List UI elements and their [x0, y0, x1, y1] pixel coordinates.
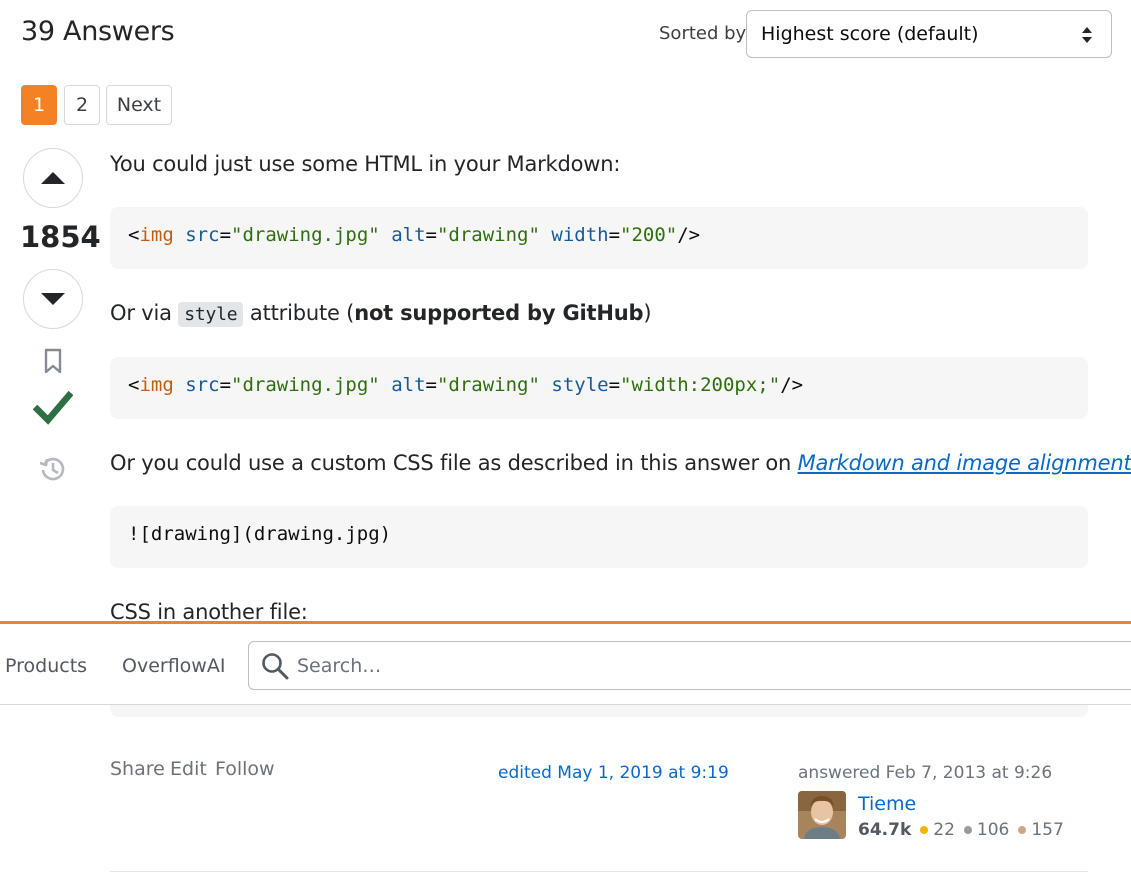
upvote-button[interactable]: [23, 148, 83, 208]
silver-badge-icon: [963, 826, 972, 834]
answer-paragraph-1: You could just use some HTML in your Mar…: [110, 152, 621, 176]
text-segment: attribute (: [243, 301, 355, 325]
code-token-attr: alt: [391, 374, 426, 396]
arrow-down-icon: [41, 293, 65, 305]
answer-paragraph-3: Or you could use a custom CSS file as de…: [110, 451, 1131, 475]
code-token-string: "width:200px;": [620, 374, 781, 396]
nav-products[interactable]: Products: [5, 655, 87, 677]
history-icon: [39, 457, 65, 481]
next-page-button[interactable]: Next: [106, 85, 172, 125]
code-block-3: ![drawing](drawing.jpg): [110, 506, 1088, 568]
code-token-attr: src: [185, 224, 220, 246]
user-reputation: 64.7k 22 106 157: [858, 820, 1064, 840]
code-token-string: "drawing.jpg": [231, 374, 380, 396]
edited-timestamp-link[interactable]: edited May 1, 2019 at 9:19: [498, 763, 729, 783]
silver-badge-count: 106: [976, 820, 1010, 840]
code-token: <: [128, 374, 140, 396]
downvote-button[interactable]: [23, 269, 83, 329]
text-segment: Or via: [110, 301, 179, 325]
answers-count-heading: 39 Answers: [21, 16, 175, 47]
code-token-string: "drawing.jpg": [231, 224, 380, 246]
code-token-attr: alt: [391, 224, 426, 246]
bold-text: not supported by GitHub: [354, 301, 644, 325]
nav-overflowai[interactable]: OverflowAI: [122, 655, 225, 677]
sort-label: Sorted by:: [659, 23, 751, 44]
code-token-tag: img: [139, 224, 174, 246]
code-block-2: <img src="drawing.jpg" alt="drawing" sty…: [110, 357, 1088, 419]
code-token: <: [128, 224, 140, 246]
sort-select-value: Highest score (default): [761, 23, 979, 45]
code-token: />: [780, 374, 804, 396]
answer-paragraph-2: Or via style attribute (not supported by…: [110, 301, 652, 327]
bronze-badge-icon: [1018, 826, 1027, 834]
code-token-attr: src: [185, 374, 220, 396]
vote-count: 1854: [20, 220, 101, 254]
code-token: />: [677, 224, 701, 246]
bookmark-icon: [44, 348, 62, 374]
page-button-2[interactable]: 2: [64, 85, 100, 125]
follow-link[interactable]: Follow: [215, 758, 275, 780]
page-button-1[interactable]: 1: [21, 85, 57, 125]
inline-code: style: [178, 302, 244, 327]
text-segment: Or you could use a custom CSS file as de…: [110, 451, 798, 475]
search-input[interactable]: Search…: [248, 641, 1131, 690]
code-token-attr: width: [551, 224, 609, 246]
code-token-attr: style: [551, 374, 609, 396]
sort-select[interactable]: Highest score (default): [746, 10, 1112, 58]
code-block-1: <img src="drawing.jpg" alt="drawing" wid…: [110, 207, 1088, 269]
sort-arrows-icon: [1081, 25, 1093, 45]
search-icon: [261, 652, 289, 685]
markdown-alignment-link[interactable]: Markdown and image alignment: [798, 451, 1131, 475]
code-token-string: "200": [620, 224, 678, 246]
bookmark-button[interactable]: [43, 348, 63, 379]
code-token-string: "drawing": [436, 374, 540, 396]
bronze-badge-count: 157: [1031, 820, 1064, 840]
timeline-history-button[interactable]: [38, 454, 68, 489]
reputation-score: 64.7k: [858, 820, 912, 840]
accepted-checkmark-icon: [32, 387, 74, 430]
code-token-string: "drawing": [436, 224, 540, 246]
code-block-4: [110, 705, 1088, 717]
site-topbar: Products OverflowAI Search…: [0, 621, 1131, 705]
arrow-up-icon: [41, 172, 65, 184]
gold-badge-icon: [920, 826, 929, 834]
share-link[interactable]: Share: [110, 758, 165, 780]
code-token-tag: img: [139, 374, 174, 396]
answered-timestamp: answered Feb 7, 2013 at 9:26: [798, 763, 1053, 783]
answer-divider: [110, 871, 1088, 872]
edit-link[interactable]: Edit: [170, 758, 207, 780]
text-segment: ): [643, 301, 652, 325]
user-name-link[interactable]: Tieme: [858, 793, 916, 815]
search-placeholder: Search…: [297, 655, 382, 677]
avatar[interactable]: [798, 791, 846, 839]
gold-badge-count: 22: [933, 820, 955, 840]
